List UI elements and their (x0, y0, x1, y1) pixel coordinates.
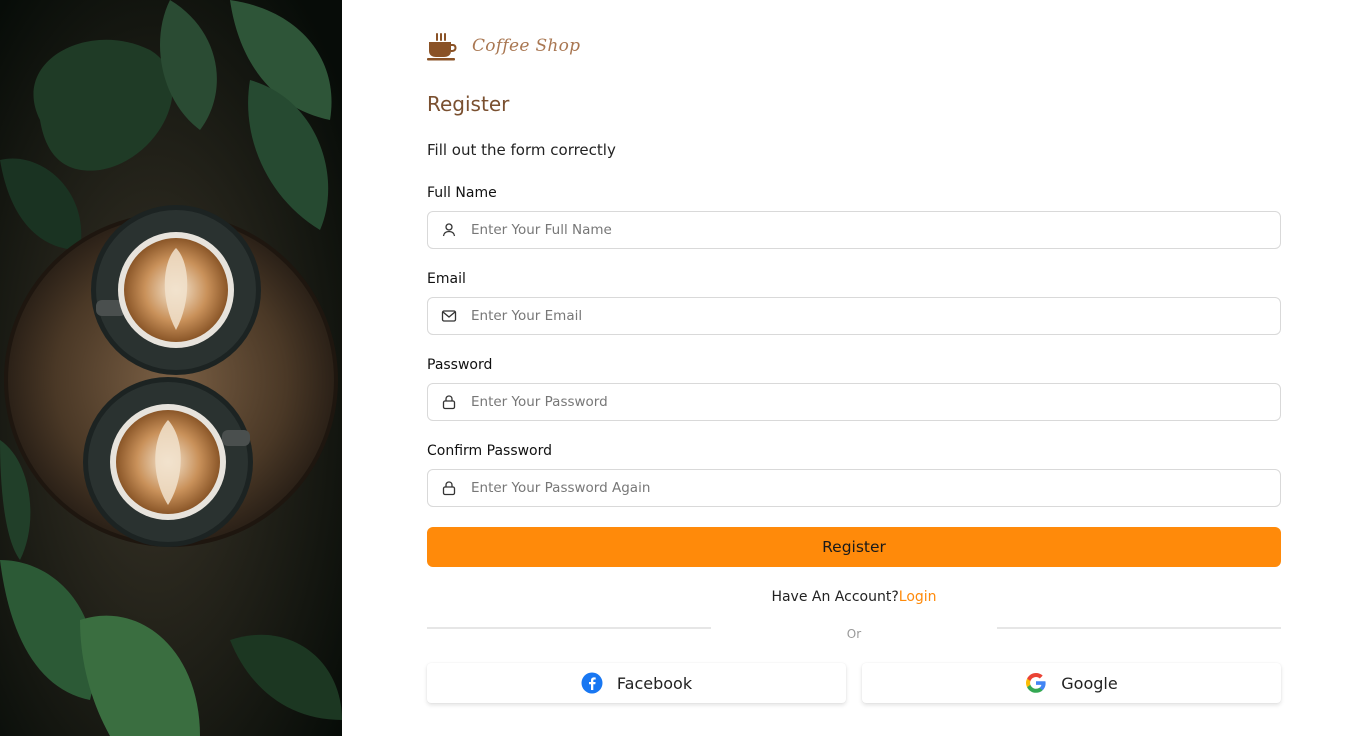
email-label: Email (427, 271, 466, 287)
google-icon (1025, 672, 1047, 694)
user-icon (441, 222, 457, 238)
divider-right (997, 627, 1281, 629)
password-label: Password (427, 357, 493, 373)
register-form: Coffee Shop Register Fill out the form c… (427, 0, 1281, 736)
full-name-label: Full Name (427, 185, 497, 201)
lock-icon (441, 480, 457, 496)
confirm-password-field[interactable] (427, 469, 1281, 507)
register-button[interactable]: Register (427, 527, 1281, 567)
full-name-input[interactable] (471, 212, 1280, 248)
facebook-login-button[interactable]: Facebook (427, 663, 846, 703)
page-subtitle: Fill out the form correctly (427, 141, 616, 159)
page-title: Register (427, 92, 510, 116)
google-login-button[interactable]: Google (862, 663, 1281, 703)
brand-name: Coffee Shop (472, 36, 581, 56)
email-field[interactable] (427, 297, 1281, 335)
lock-icon (441, 394, 457, 410)
confirm-password-input[interactable] (471, 470, 1280, 506)
email-input[interactable] (471, 298, 1280, 334)
full-name-field[interactable] (427, 211, 1281, 249)
login-link[interactable]: Login (899, 589, 937, 605)
confirm-password-label: Confirm Password (427, 443, 553, 459)
hero-image (0, 0, 342, 736)
or-separator: Or (846, 627, 862, 641)
password-input[interactable] (471, 384, 1280, 420)
coffee-cup-icon (427, 31, 457, 61)
brand-logo: Coffee Shop (427, 30, 580, 62)
facebook-label: Facebook (616, 673, 693, 693)
facebook-icon (581, 672, 603, 694)
login-prompt: Have An Account?Login (427, 589, 1281, 605)
google-label: Google (1061, 673, 1118, 693)
password-field[interactable] (427, 383, 1281, 421)
have-account-text: Have An Account? (771, 589, 899, 605)
mail-icon (441, 308, 457, 324)
